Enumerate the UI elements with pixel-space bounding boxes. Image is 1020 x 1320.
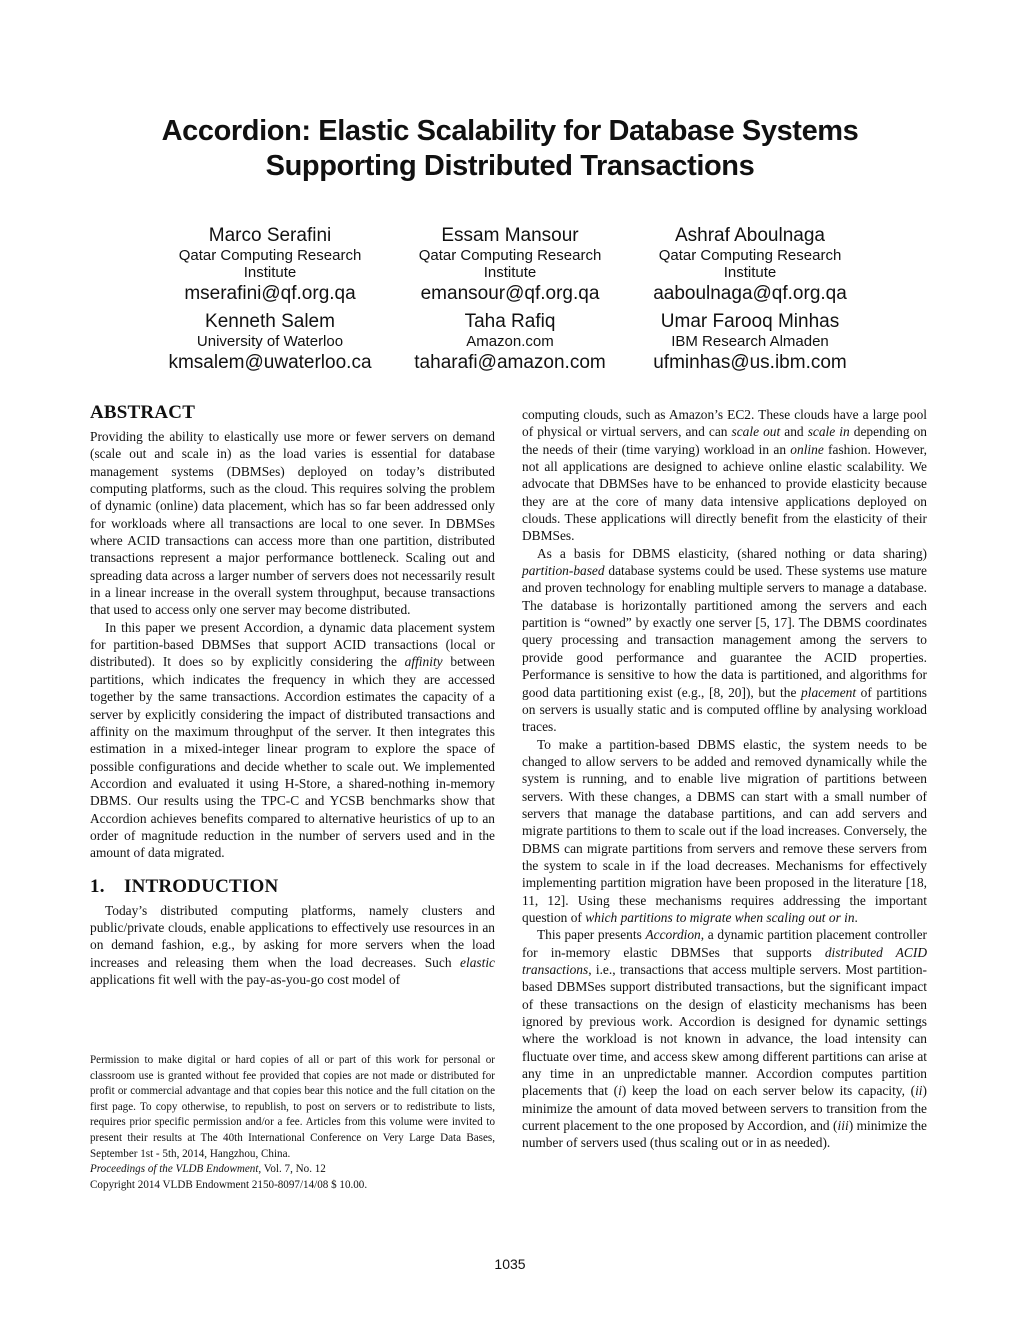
- author-name: Umar Farooq Minhas: [660, 311, 840, 332]
- permission-notice: Permission to make digital or hard copie…: [90, 1054, 495, 1160]
- author: Kenneth Salem University of Waterloo kms…: [150, 311, 390, 376]
- author: Umar Farooq Minhas IBM Research Almaden …: [630, 311, 870, 376]
- proceedings-title: Proceedings of the VLDB Endowment,: [90, 1163, 262, 1176]
- author-email: emansour@qf.org.qa: [420, 283, 600, 304]
- author-affiliation: University of Waterloo: [196, 333, 344, 350]
- author: Taha Rafiq Amazon.com taharafi@amazon.co…: [390, 311, 630, 376]
- text-run: Today’s distributed computing platforms,…: [90, 902, 495, 970]
- text-run: To make a partition-based DBMS elastic, …: [522, 736, 927, 925]
- author-name: Kenneth Salem: [205, 311, 335, 332]
- intro-paragraph: As a basis for DBMS elasticity, (shared …: [522, 545, 927, 736]
- left-column: ABSTRACT Providing the ability to elasti…: [90, 402, 495, 988]
- emphasis: Accordion: [645, 927, 701, 943]
- author-affiliation: Amazon.com: [466, 333, 554, 350]
- text-run: This paper presents: [537, 927, 646, 943]
- author-name: Essam Mansour: [441, 225, 579, 246]
- emphasis: affinity: [404, 654, 443, 670]
- author: Essam Mansour Qatar Computing Research I…: [390, 225, 630, 307]
- author-row: Marco Serafini Qatar Computing Research …: [150, 225, 870, 307]
- emphasis: ii: [915, 1083, 923, 1099]
- author-block: Marco Serafini Qatar Computing Research …: [150, 225, 870, 380]
- author-row: Kenneth Salem University of Waterloo kms…: [150, 311, 870, 376]
- abstract-paragraph: In this paper we present Accordion, a dy…: [90, 619, 495, 862]
- paper-title: Accordion: Elastic Scalability for Datab…: [0, 114, 1020, 184]
- abstract-paragraph: Providing the ability to elastically use…: [90, 429, 495, 618]
- emphasis: online: [790, 441, 824, 457]
- text-run: , i.e., transactions that access multipl…: [522, 962, 927, 1099]
- author-affiliation: Qatar Computing Research: [418, 247, 602, 264]
- text-run: As a basis for DBMS elasticity, (shared …: [537, 545, 927, 561]
- author-email: aaboulnaga@qf.org.qa: [653, 283, 847, 304]
- author-affiliation: Qatar Computing Research: [178, 247, 362, 264]
- text-run: .: [854, 909, 858, 925]
- copyright-footnote: Permission to make digital or hard copie…: [90, 1053, 495, 1193]
- copyright-line: Copyright 2014 VLDB Endowment 2150-8097/…: [90, 1178, 368, 1191]
- author: Marco Serafini Qatar Computing Research …: [150, 225, 390, 307]
- author-name: Marco Serafini: [208, 225, 332, 246]
- author-affiliation: Institute: [243, 264, 297, 281]
- text-run: applications fit well with the pay-as-yo…: [90, 971, 401, 987]
- author-email: ufminhas@us.ibm.com: [653, 352, 847, 373]
- emphasis: scale out: [731, 424, 781, 440]
- emphasis: elastic: [460, 954, 495, 970]
- proceedings-volume: Vol. 7, No. 12: [261, 1163, 326, 1176]
- author-name: Ashraf Aboulnaga: [674, 225, 825, 246]
- text-run: and: [780, 424, 808, 440]
- title-line-2: Supporting Distributed Transactions: [265, 150, 755, 182]
- emphasis: iii: [837, 1118, 849, 1134]
- right-column: computing clouds, such as Amazon’s EC2. …: [522, 406, 927, 1152]
- proceedings-line: Proceedings of the VLDB Endowment, Vol. …: [90, 1162, 495, 1178]
- author-email: taharafi@amazon.com: [414, 352, 606, 373]
- intro-paragraph: Today’s distributed computing platforms,…: [90, 902, 495, 989]
- emphasis: partition-based: [522, 563, 605, 579]
- author-email: kmsalem@uwaterloo.ca: [168, 352, 372, 373]
- text-run: ) keep the load on each server below its…: [621, 1083, 916, 1099]
- text-run: between partitions, which indicates the …: [90, 654, 495, 861]
- intro-paragraph: computing clouds, such as Amazon’s EC2. …: [522, 406, 927, 545]
- intro-paragraph: To make a partition-based DBMS elastic, …: [522, 736, 927, 927]
- author-affiliation: Institute: [723, 264, 777, 281]
- author: Ashraf Aboulnaga Qatar Computing Researc…: [630, 225, 870, 307]
- emphasis: which partitions to migrate when scaling…: [585, 909, 855, 925]
- page-number: 1035: [494, 1256, 526, 1272]
- abstract-heading: ABSTRACT: [90, 402, 196, 423]
- intro-paragraph: This paper presents Accordion, a dynamic…: [522, 926, 927, 1151]
- section-number: 1.: [90, 875, 105, 897]
- author-affiliation: IBM Research Almaden: [671, 333, 829, 350]
- author-affiliation: Institute: [483, 264, 537, 281]
- author-email: mserafini@qf.org.qa: [184, 283, 356, 304]
- section-title: INTRODUCTION: [124, 875, 279, 897]
- author-name: Taha Rafiq: [464, 311, 556, 332]
- emphasis: scale in: [807, 424, 850, 440]
- emphasis: placement: [801, 684, 857, 700]
- introduction-heading: 1. INTRODUCTION: [90, 876, 495, 898]
- author-affiliation: Qatar Computing Research: [658, 247, 842, 264]
- title-line-1: Accordion: Elastic Scalability for Datab…: [161, 115, 859, 147]
- text-run: database systems could be used. These sy…: [522, 563, 927, 700]
